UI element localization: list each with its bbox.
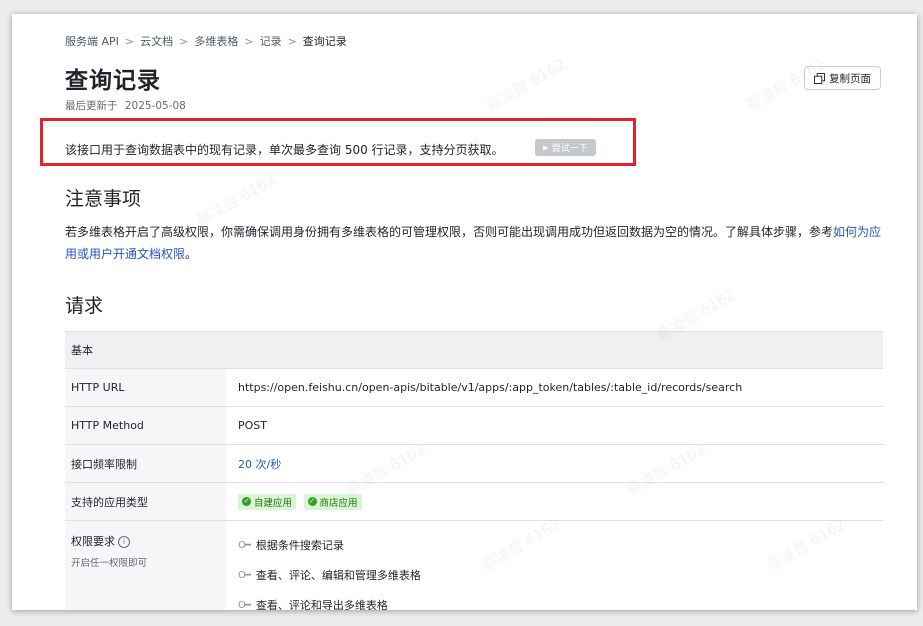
rate-limit-link[interactable]: 20 次/秒 [238,458,281,471]
breadcrumb-separator: > [124,34,135,48]
tag-store-app: ✓ 商店应用 [303,493,362,510]
breadcrumb-item-server-api[interactable]: 服务端 API [65,33,119,49]
app-types-cell: ✓ 自建应用 ✓ 商店应用 [226,482,883,521]
table-row-rate-limit: 接口频率限制 20 次/秒 [65,444,883,483]
copy-page-button[interactable]: 复制页面 [804,66,881,90]
tag-store-app-label: 商店应用 [319,497,358,509]
breadcrumb-item-cloud-docs[interactable]: 云文档 [140,33,173,49]
request-table: 基本 HTTP URL https://open.feishu.cn/open-… [65,331,883,610]
info-icon[interactable]: i [118,536,130,548]
check-circle-icon: ✓ [242,497,251,507]
notice-end: 。 [185,247,198,261]
request-heading: 请求 [65,295,104,317]
notice-text: 若多维表格开启了高级权限，你需确保调用身份拥有多维表格的可管理权限，否则可能出现… [65,225,834,239]
try-it-button[interactable]: ▶ 尝试一下 [535,139,596,156]
permission-item: O━ 查看、评论和导出多维表格 [238,590,882,610]
table-row-app-types: 支持的应用类型 ✓ 自建应用 ✓ 商店应用 [65,482,883,521]
breadcrumb-separator: > [287,34,297,48]
rate-limit-cell: 20 次/秒 [226,444,883,483]
http-url-label: HTTP URL [65,368,226,407]
breadcrumb: 服务端 API > 云文档 > 多维表格 > 记录 > 查询记录 [65,33,347,49]
breadcrumb-current: 查询记录 [302,35,347,48]
breadcrumb-separator: > [244,34,254,48]
breadcrumb-separator: > [179,34,189,48]
permission-item-label: 查看、评论和导出多维表格 [255,599,388,610]
play-icon: ▶ [543,143,549,152]
key-icon: O━ [238,539,251,551]
copy-icon [814,72,825,84]
copy-page-label: 复制页面 [829,72,871,85]
permissions-label-cell: 权限要求 i 开启任一权限即可 [65,520,226,610]
permission-item: O━ 查看、评论、编辑和管理多维表格 [238,560,882,590]
table-row-permissions: 权限要求 i 开启任一权限即可 O━ 根据条件搜索记录 O━ 查看、评论、编辑和管… [65,520,883,610]
notice-heading: 注意事项 [65,188,142,210]
permission-item-label: 根据条件搜索记录 [255,539,344,552]
notice-paragraph: 若多维表格开启了高级权限，你需确保调用身份拥有多维表格的可管理权限，否则可能出现… [65,221,883,265]
app-types-label: 支持的应用类型 [65,482,226,521]
intro-text: 该接口用于查询数据表中的现有记录，单次最多查询 500 行记录，支持分页获取。 [65,143,504,157]
check-circle-icon: ✓ [307,497,317,507]
key-icon: O━ [238,569,251,581]
table-header-row: 基本 [65,331,883,369]
http-url-value: https://open.feishu.cn/open-apis/bitable… [226,368,883,407]
tag-custom-app-label: 自建应用 [254,497,293,509]
tag-custom-app: ✓ 自建应用 [238,493,297,510]
permission-item: O━ 根据条件搜索记录 [238,530,882,560]
try-it-label: 尝试一下 [551,144,588,154]
http-method-label: HTTP Method [65,406,226,445]
document-page: 服务端 API > 云文档 > 多维表格 > 记录 > 查询记录 查询记录 最后… [12,14,917,610]
rate-limit-label: 接口频率限制 [65,444,226,483]
table-row-url: HTTP URL https://open.feishu.cn/open-api… [65,368,883,407]
last-updated-label: 最后更新于 [65,100,118,112]
watermark: 蔡凌哲 6162 [483,55,569,115]
permissions-list: O━ 根据条件搜索记录 O━ 查看、评论、编辑和管理多维表格 O━ 查看、评论和… [226,520,883,610]
key-icon: O━ [238,599,251,611]
permission-item-label: 查看、评论、编辑和管理多维表格 [255,569,421,582]
breadcrumb-item-records[interactable]: 记录 [260,33,282,49]
permissions-label: 权限要求 [71,535,115,548]
last-updated: 最后更新于 2025-05-08 [65,98,186,113]
permissions-label-line: 权限要求 i [71,533,225,549]
http-method-value: POST [226,406,883,445]
page-title: 查询记录 [65,68,161,94]
permissions-sub-label: 开启任一权限即可 [71,558,148,569]
table-header-basic: 基本 [65,331,883,369]
breadcrumb-item-bitable[interactable]: 多维表格 [194,33,238,49]
table-row-method: HTTP Method POST [65,406,883,445]
last-updated-date: 2025-05-08 [124,100,186,112]
